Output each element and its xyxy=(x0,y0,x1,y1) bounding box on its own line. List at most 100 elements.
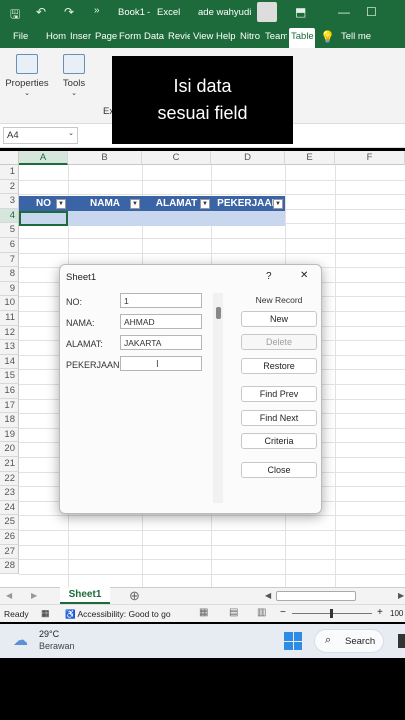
zoom-in-icon[interactable]: + xyxy=(377,607,383,618)
taskbar-app-icon[interactable] xyxy=(398,634,405,648)
filter-dropdown-icon[interactable]: ▼ xyxy=(130,199,140,209)
close-button[interactable]: Close xyxy=(241,462,317,478)
next-sheet-icon[interactable]: ▶ xyxy=(31,591,37,600)
row-header[interactable]: 9 xyxy=(0,281,19,297)
row-header[interactable]: 11 xyxy=(0,311,19,326)
scrollbar-thumb[interactable] xyxy=(216,307,221,319)
tab-home[interactable]: Hom xyxy=(46,31,68,42)
maximize-icon[interactable]: ☐ xyxy=(366,5,377,19)
field-input-pekerjaan[interactable] xyxy=(120,356,202,371)
field-input-alamat[interactable]: JAKARTA xyxy=(120,335,202,350)
tab-data[interactable]: Data xyxy=(144,31,166,42)
minimize-icon[interactable]: — xyxy=(338,5,350,19)
delete-button[interactable]: Delete xyxy=(241,334,317,350)
row-header[interactable]: 18 xyxy=(0,413,19,428)
save-icon[interactable]: 🖫 xyxy=(10,5,20,26)
row-header[interactable]: 13 xyxy=(0,340,19,355)
row-header[interactable]: 26 xyxy=(0,530,19,545)
find-next-button[interactable]: Find Next xyxy=(241,410,317,426)
row-header[interactable]: 6 xyxy=(0,238,19,253)
name-box[interactable]: A4 ⌄ xyxy=(3,127,78,144)
accessibility-status[interactable]: ♿ Accessibility: Good to go xyxy=(65,609,171,620)
table-header-cell[interactable]: ALAMAT ▼ xyxy=(142,196,211,211)
help-icon[interactable]: ? xyxy=(266,271,272,282)
row-header[interactable]: 27 xyxy=(0,544,19,560)
row-header[interactable]: 19 xyxy=(0,427,19,443)
row-header[interactable]: 15 xyxy=(0,369,19,384)
avatar[interactable] xyxy=(257,2,277,22)
column-header[interactable]: C xyxy=(142,151,211,165)
row-header[interactable]: 1 xyxy=(0,165,19,180)
tab-help[interactable]: Help xyxy=(216,31,237,42)
restore-button[interactable]: Restore xyxy=(241,358,317,374)
page-break-view-icon[interactable]: ▥ xyxy=(257,607,266,618)
new-button[interactable]: New xyxy=(241,311,317,327)
macro-record-icon[interactable]: ▦ xyxy=(41,608,50,619)
column-header[interactable]: E xyxy=(285,151,335,165)
row-header[interactable]: 10 xyxy=(0,296,19,311)
zoom-out-icon[interactable]: − xyxy=(280,607,286,618)
tab-insert[interactable]: Inser xyxy=(70,31,93,42)
find-prev-button[interactable]: Find Prev xyxy=(241,386,317,402)
column-header[interactable]: D xyxy=(211,151,285,165)
row-header[interactable]: 24 xyxy=(0,500,19,516)
table-header-cell[interactable]: NO ▼ xyxy=(19,196,68,211)
tab-review[interactable]: Revie xyxy=(168,31,190,42)
close-icon[interactable]: ✕ xyxy=(300,270,308,281)
normal-view-icon[interactable]: ▦ xyxy=(199,607,208,618)
row-header[interactable]: 8 xyxy=(0,267,19,282)
tab-formulas[interactable]: Form xyxy=(119,31,141,42)
field-input-no[interactable]: 1 xyxy=(120,293,202,308)
weather-desc[interactable]: Berawan xyxy=(39,641,75,651)
ribbon-display-icon[interactable]: ⬒ xyxy=(295,5,306,19)
windows-start-icon[interactable] xyxy=(284,632,302,650)
filter-dropdown-icon[interactable]: ▼ xyxy=(200,199,210,209)
table-header-cell[interactable]: PEKERJAAN ▼ xyxy=(211,196,285,211)
row-header[interactable]: 5 xyxy=(0,223,19,238)
column-header[interactable]: B xyxy=(68,151,142,165)
row-header[interactable]: 21 xyxy=(0,457,19,472)
record-scrollbar[interactable] xyxy=(213,293,223,503)
row-header[interactable]: 12 xyxy=(0,325,19,341)
criteria-button[interactable]: Criteria xyxy=(241,433,317,449)
row-header[interactable]: 16 xyxy=(0,384,19,399)
row-header[interactable]: 28 xyxy=(0,559,19,574)
tab-team[interactable]: Team xyxy=(265,31,287,42)
field-input-nama[interactable]: AHMAD xyxy=(120,314,202,329)
tell-me-search[interactable]: Tell me xyxy=(341,31,371,42)
row-header[interactable]: 7 xyxy=(0,252,19,268)
row-header[interactable]: 3 xyxy=(0,194,19,209)
filter-dropdown-icon[interactable]: ▼ xyxy=(56,199,66,209)
scroll-left-icon[interactable]: ◀ xyxy=(265,591,271,600)
horizontal-scrollbar[interactable] xyxy=(276,591,356,601)
row-header[interactable]: 20 xyxy=(0,442,19,457)
table-header-cell[interactable]: NAMA ▼ xyxy=(68,196,142,211)
row-header[interactable]: 25 xyxy=(0,515,19,530)
properties-button[interactable]: Properties ⌄ xyxy=(4,54,50,97)
active-cell[interactable] xyxy=(19,211,68,226)
zoom-level[interactable]: 100 xyxy=(390,609,403,618)
page-layout-view-icon[interactable]: ▤ xyxy=(229,607,238,618)
row-header[interactable]: 2 xyxy=(0,179,19,195)
column-header[interactable]: F xyxy=(335,151,405,165)
filter-dropdown-icon[interactable]: ▼ xyxy=(273,199,283,209)
row-header[interactable]: 17 xyxy=(0,398,19,414)
select-all-corner[interactable] xyxy=(0,151,19,165)
prev-sheet-icon[interactable]: ◀ xyxy=(6,591,12,600)
tools-button[interactable]: Tools ⌄ xyxy=(58,54,90,97)
taskbar-search[interactable]: ⌕ Search xyxy=(314,629,384,653)
scroll-right-icon[interactable]: ▶ xyxy=(398,591,404,600)
undo-icon[interactable]: ↶ xyxy=(36,5,46,19)
tab-nitro[interactable]: Nitro xyxy=(240,31,263,42)
column-header[interactable]: A xyxy=(19,151,68,165)
row-header[interactable]: 14 xyxy=(0,354,19,370)
tab-file[interactable]: File xyxy=(13,31,28,42)
row-header[interactable]: 22 xyxy=(0,471,19,487)
tab-page-layout[interactable]: Page xyxy=(95,31,117,42)
tab-view[interactable]: View xyxy=(193,31,214,42)
redo-icon[interactable]: ↷ xyxy=(64,5,74,19)
more-commands-icon[interactable]: » xyxy=(94,5,100,16)
row-header[interactable]: 23 xyxy=(0,486,19,501)
row-header[interactable]: 4 xyxy=(0,208,19,224)
sheet-tab-sheet1[interactable]: Sheet1 xyxy=(60,587,110,604)
